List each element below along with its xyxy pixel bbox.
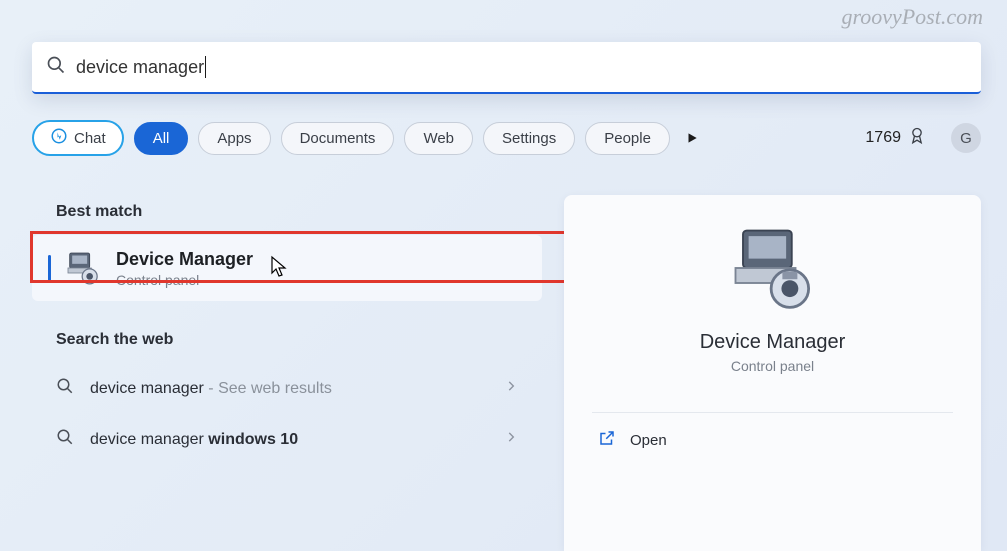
watermark-text: groovyPost.com — [841, 4, 983, 30]
search-bar[interactable]: device manager — [32, 42, 981, 94]
filter-settings[interactable]: Settings — [483, 122, 575, 155]
more-filters-arrow-icon[interactable] — [680, 126, 704, 150]
avatar-initial: G — [960, 130, 972, 147]
bing-chat-icon — [50, 127, 68, 149]
selection-accent — [48, 255, 51, 281]
result-subtitle: Control panel — [116, 272, 253, 288]
filter-people[interactable]: People — [585, 122, 670, 155]
device-manager-large-icon — [564, 223, 981, 313]
open-action[interactable]: Open — [564, 413, 981, 467]
web-result-label: device manager - See web results — [90, 380, 504, 398]
results-panel: Best match Device Manager Control panel — [32, 195, 542, 465]
best-match-heading: Best match — [32, 195, 542, 235]
open-external-icon — [598, 429, 616, 451]
filter-chat[interactable]: Chat — [32, 120, 124, 156]
device-manager-icon — [62, 247, 104, 289]
text-caret — [205, 56, 206, 78]
search-icon — [56, 428, 74, 451]
details-subtitle: Control panel — [564, 358, 981, 374]
web-result-1[interactable]: device manager windows 10 — [32, 414, 542, 465]
details-title: Device Manager — [564, 331, 981, 354]
filter-chat-label: Chat — [74, 130, 106, 147]
user-avatar[interactable]: G — [951, 123, 981, 153]
rewards-value: 1769 — [865, 129, 901, 147]
filter-all[interactable]: All — [134, 122, 189, 155]
search-icon — [56, 377, 74, 400]
cursor-icon — [270, 255, 290, 284]
open-label: Open — [630, 432, 667, 449]
rewards-medal-icon — [907, 126, 927, 151]
search-icon — [46, 55, 66, 80]
filter-apps[interactable]: Apps — [198, 122, 270, 155]
rewards-points[interactable]: 1769 — [865, 126, 927, 151]
details-panel: Device Manager Control panel Open — [564, 195, 981, 551]
filter-documents[interactable]: Documents — [281, 122, 395, 155]
filter-web[interactable]: Web — [404, 122, 473, 155]
result-title: Device Manager — [116, 249, 253, 270]
web-result-0[interactable]: device manager - See web results — [32, 363, 542, 414]
chevron-right-icon — [504, 430, 518, 449]
web-result-label: device manager windows 10 — [90, 431, 504, 449]
filter-row: Chat All Apps Documents Web Settings Peo… — [32, 120, 981, 156]
search-input[interactable]: device manager — [76, 56, 206, 78]
chevron-right-icon — [504, 379, 518, 398]
search-web-heading: Search the web — [32, 323, 542, 363]
